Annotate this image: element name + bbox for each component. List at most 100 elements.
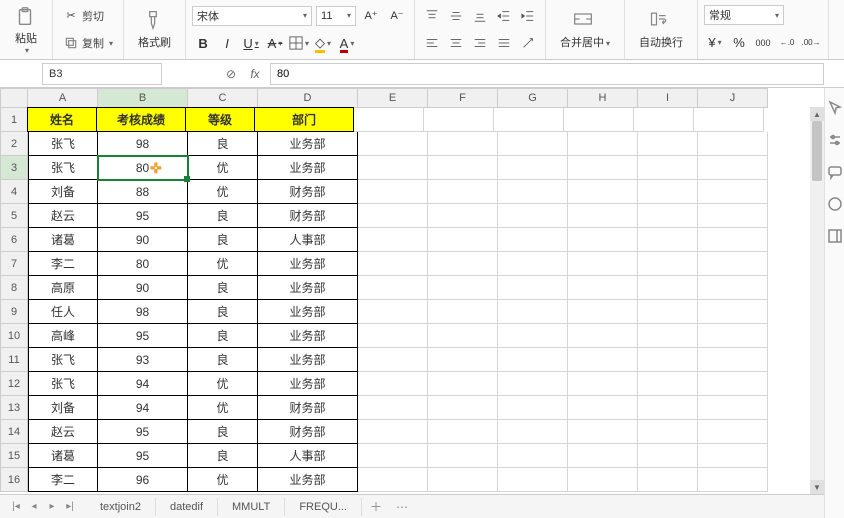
cell-A7[interactable]: 李二 — [28, 252, 98, 276]
tab-prev-button[interactable]: ◂ — [26, 501, 42, 512]
column-header-E[interactable]: E — [358, 88, 428, 108]
font-name-select[interactable]: 宋体▾ — [192, 6, 312, 26]
cells-area[interactable]: 姓名考核成绩等级部门张飞98良业务部张飞✜80优业务部刘备88优财务部赵云95良… — [28, 108, 824, 494]
tab-add-button[interactable]: ＋ — [362, 498, 390, 515]
tab-next-button[interactable]: ▸ — [44, 501, 60, 512]
cell-D7[interactable]: 业务部 — [258, 252, 358, 276]
panel-icon[interactable] — [827, 228, 843, 244]
cell-J10[interactable] — [698, 324, 768, 348]
cell-B6[interactable]: 90 — [98, 228, 188, 252]
cell-C16[interactable]: 优 — [188, 468, 258, 492]
cell-A9[interactable]: 任人 — [28, 300, 98, 324]
row-header-10[interactable]: 10 — [0, 324, 28, 348]
column-header-I[interactable]: I — [638, 88, 698, 108]
row-header-3[interactable]: 3 — [0, 156, 28, 180]
row-header-13[interactable]: 13 — [0, 396, 28, 420]
paste-button[interactable]: 粘贴▾ — [6, 2, 46, 59]
cell-F5[interactable] — [428, 204, 498, 228]
scroll-down-button[interactable]: ▼ — [810, 480, 824, 494]
cell-C11[interactable]: 良 — [188, 348, 258, 372]
cell-J2[interactable] — [698, 132, 768, 156]
cell-I7[interactable] — [638, 252, 698, 276]
cell-H9[interactable] — [568, 300, 638, 324]
scroll-up-button[interactable]: ▲ — [810, 107, 824, 121]
cell-G3[interactable] — [498, 156, 568, 180]
cell-G2[interactable] — [498, 132, 568, 156]
cell-D4[interactable]: 财务部 — [258, 180, 358, 204]
sheet-tab[interactable]: MMULT — [218, 498, 285, 516]
cell-G4[interactable] — [498, 180, 568, 204]
cell-B13[interactable]: 94 — [98, 396, 188, 420]
cell-A3[interactable]: 张飞 — [28, 156, 98, 180]
column-header-A[interactable]: A — [28, 88, 98, 108]
cell-H2[interactable] — [568, 132, 638, 156]
cell-A12[interactable]: 张飞 — [28, 372, 98, 396]
cell-J14[interactable] — [698, 420, 768, 444]
align-top-button[interactable] — [421, 5, 443, 27]
cell-A8[interactable]: 高原 — [28, 276, 98, 300]
cell-D5[interactable]: 财务部 — [258, 204, 358, 228]
cell-B11[interactable]: 93 — [98, 348, 188, 372]
cell-C14[interactable]: 良 — [188, 420, 258, 444]
align-center-button[interactable] — [445, 32, 467, 54]
cell-D11[interactable]: 业务部 — [258, 348, 358, 372]
cell-G9[interactable] — [498, 300, 568, 324]
align-middle-button[interactable] — [445, 5, 467, 27]
cell-H5[interactable] — [568, 204, 638, 228]
align-right-button[interactable] — [469, 32, 491, 54]
cell-A1[interactable]: 姓名 — [27, 107, 97, 132]
cell-G6[interactable] — [498, 228, 568, 252]
cell-I12[interactable] — [638, 372, 698, 396]
cell-E1[interactable] — [354, 108, 424, 132]
cell-H3[interactable] — [568, 156, 638, 180]
cell-C8[interactable]: 良 — [188, 276, 258, 300]
cell-J7[interactable] — [698, 252, 768, 276]
row-header-15[interactable]: 15 — [0, 444, 28, 468]
number-format-select[interactable]: 常规▾ — [704, 5, 784, 25]
cell-H11[interactable] — [568, 348, 638, 372]
decrease-font-button[interactable]: A⁻ — [386, 5, 408, 27]
cell-B3[interactable]: ✜80 — [98, 156, 188, 180]
cell-E15[interactable] — [358, 444, 428, 468]
font-size-select[interactable]: 11▾ — [316, 6, 356, 26]
cell-E2[interactable] — [358, 132, 428, 156]
cell-F7[interactable] — [428, 252, 498, 276]
cell-I9[interactable] — [638, 300, 698, 324]
increase-font-button[interactable]: A⁺ — [360, 5, 382, 27]
align-bottom-button[interactable] — [469, 5, 491, 27]
currency-button[interactable]: ¥▾ — [704, 32, 726, 54]
cell-F11[interactable] — [428, 348, 498, 372]
cell-H7[interactable] — [568, 252, 638, 276]
cell-E3[interactable] — [358, 156, 428, 180]
cell-A10[interactable]: 高峰 — [28, 324, 98, 348]
cell-A16[interactable]: 李二 — [28, 468, 98, 492]
cell-F1[interactable] — [424, 108, 494, 132]
cell-F2[interactable] — [428, 132, 498, 156]
cell-B8[interactable]: 90 — [98, 276, 188, 300]
cell-C10[interactable]: 良 — [188, 324, 258, 348]
cell-G11[interactable] — [498, 348, 568, 372]
cell-H1[interactable] — [564, 108, 634, 132]
cell-F4[interactable] — [428, 180, 498, 204]
percent-button[interactable]: % — [728, 32, 750, 54]
cell-H6[interactable] — [568, 228, 638, 252]
formula-input[interactable] — [270, 63, 824, 85]
cell-F12[interactable] — [428, 372, 498, 396]
cell-G13[interactable] — [498, 396, 568, 420]
cell-D8[interactable]: 业务部 — [258, 276, 358, 300]
row-header-14[interactable]: 14 — [0, 420, 28, 444]
cell-E14[interactable] — [358, 420, 428, 444]
column-header-F[interactable]: F — [428, 88, 498, 108]
row-header-5[interactable]: 5 — [0, 204, 28, 228]
cell-D10[interactable]: 业务部 — [258, 324, 358, 348]
cell-D14[interactable]: 财务部 — [258, 420, 358, 444]
cell-C3[interactable]: 优 — [188, 156, 258, 180]
cell-E13[interactable] — [358, 396, 428, 420]
cell-D9[interactable]: 业务部 — [258, 300, 358, 324]
wrap-text-button[interactable]: 自动换行 — [631, 6, 691, 54]
cut-button[interactable]: ✂剪切 — [59, 6, 117, 26]
cell-I16[interactable] — [638, 468, 698, 492]
cell-I11[interactable] — [638, 348, 698, 372]
cell-I2[interactable] — [638, 132, 698, 156]
column-header-J[interactable]: J — [698, 88, 768, 108]
